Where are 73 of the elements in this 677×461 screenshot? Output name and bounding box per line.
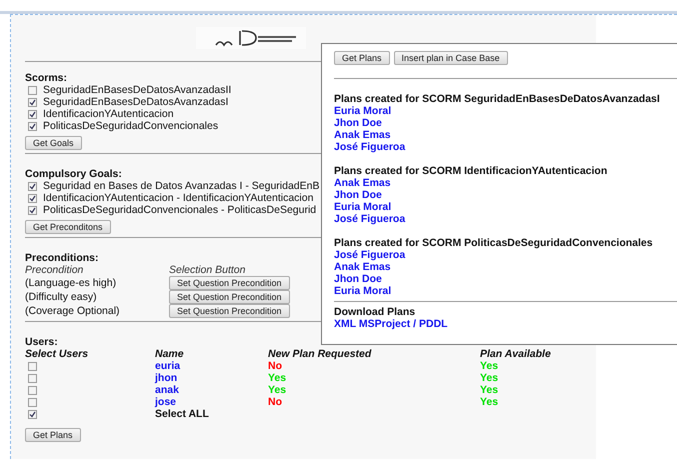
download-title: Download Plans [334, 306, 416, 318]
user-name[interactable]: anak [155, 384, 268, 396]
status-text: No [268, 360, 283, 372]
checkbox-label: SeguridadEnBasesDeDatosAvanzadasI [43, 96, 228, 108]
column-header: Select Users [25, 348, 90, 360]
checkbox[interactable] [28, 206, 37, 214]
checkbox-label: IdentificacionYAutenticacion [43, 108, 174, 120]
plan-link[interactable]: Euria Moral [334, 105, 392, 117]
checkbox[interactable] [28, 398, 37, 406]
user-name[interactable]: jose [155, 396, 268, 408]
checkbox-label: PoliticasDeSeguridadConvencionales - PoliticasDeSegurid [43, 204, 316, 216]
checkbox[interactable] [28, 410, 37, 418]
check-icon [29, 410, 36, 418]
checkbox[interactable] [28, 98, 37, 106]
status-text: No [268, 396, 283, 408]
checkbox-label: PoliticasDeSeguridadConvencionales [43, 120, 218, 132]
checkbox[interactable] [28, 374, 37, 382]
plans-heading: Plans created for SCORM PoliticasDeSeguridadConvencionales [334, 237, 653, 249]
plan-link[interactable]: José Figueroa [334, 213, 406, 225]
checkbox-label: SeguridadEnBasesDeDatosAvanzadasII [43, 84, 232, 96]
checkbox[interactable] [28, 386, 37, 394]
plan-link[interactable]: Anak Emas [334, 129, 391, 141]
checkbox[interactable] [28, 194, 37, 202]
download-link[interactable]: XML MSProject [334, 318, 410, 330]
checkbox[interactable] [28, 122, 37, 130]
checkbox[interactable] [28, 110, 37, 118]
plans-heading: Plans created for SCORM IdentificacionYAutenticacion [334, 165, 608, 177]
status-text: Yes [480, 396, 500, 408]
checkbox[interactable] [28, 362, 37, 370]
user-name[interactable]: euria [155, 360, 268, 372]
get-preconditions-button[interactable]: Get Preconditons [25, 220, 111, 234]
section-title: Preconditions: [25, 252, 99, 264]
checkbox-label: IdentificacionYAutenticacion - IdentificacionYAutenticacion [43, 192, 314, 204]
column-header: Plan Available [480, 348, 552, 360]
plan-link[interactable]: Jhon Doe [334, 273, 382, 285]
user-name[interactable]: jhon [155, 372, 268, 384]
plan-link[interactable]: José Figueroa [334, 249, 406, 261]
precondition-label: (Language-es high) [25, 276, 118, 290]
get-plans-button[interactable]: Get Plans [25, 428, 81, 442]
column-header: Name [155, 348, 185, 360]
checkbox[interactable] [28, 86, 37, 94]
set-precondition-button[interactable]: Set Question Precondition [169, 276, 290, 290]
plan-link[interactable]: Euria Moral [334, 201, 392, 213]
set-precondition-button[interactable]: Set Question Precondition [169, 304, 290, 318]
plan-link[interactable]: Euria Moral [334, 285, 392, 297]
section-title: Users: [25, 336, 58, 348]
section-title: Compulsory Goals: [25, 168, 122, 180]
insert-plan-button[interactable]: Insert plan in Case Base [394, 51, 508, 65]
section-title: Scorms: [25, 72, 68, 84]
status-text: Yes [480, 384, 500, 396]
plans-heading: Plans created for SCORM SeguridadEnBasesDeDatosAvanzadasI [334, 93, 660, 105]
status-text: Yes [480, 372, 500, 384]
plan-link[interactable]: Jhon Doe [334, 117, 382, 129]
get-plans-button[interactable]: Get Plans [334, 51, 390, 65]
select-all-label: Select ALL [155, 408, 210, 420]
plan-link[interactable]: Anak Emas [334, 177, 391, 189]
status-text: Yes [268, 384, 288, 396]
separator-text: / [412, 318, 418, 330]
checkbox-label: Seguridad en Bases de Datos Avanzadas I - SeguridadEnB [43, 180, 320, 192]
precondition-label: (Difficulty easy) [25, 290, 98, 304]
column-header: Precondition [25, 264, 84, 276]
status-text: Yes [268, 372, 288, 384]
plan-link[interactable]: Anak Emas [334, 261, 391, 273]
set-precondition-button[interactable]: Set Question Precondition [169, 290, 290, 304]
plan-link[interactable]: Jhon Doe [334, 189, 382, 201]
column-header: New Plan Requested [268, 348, 372, 360]
download-link[interactable]: PDDL [419, 318, 448, 330]
column-header: Selection Button [169, 264, 246, 276]
plan-link[interactable]: José Figueroa [334, 141, 406, 153]
status-text: Yes [480, 360, 500, 372]
precondition-label: (Coverage Optional) [25, 304, 121, 318]
checkbox[interactable] [28, 182, 37, 190]
get-goals-button[interactable]: Get Goals [25, 136, 82, 150]
